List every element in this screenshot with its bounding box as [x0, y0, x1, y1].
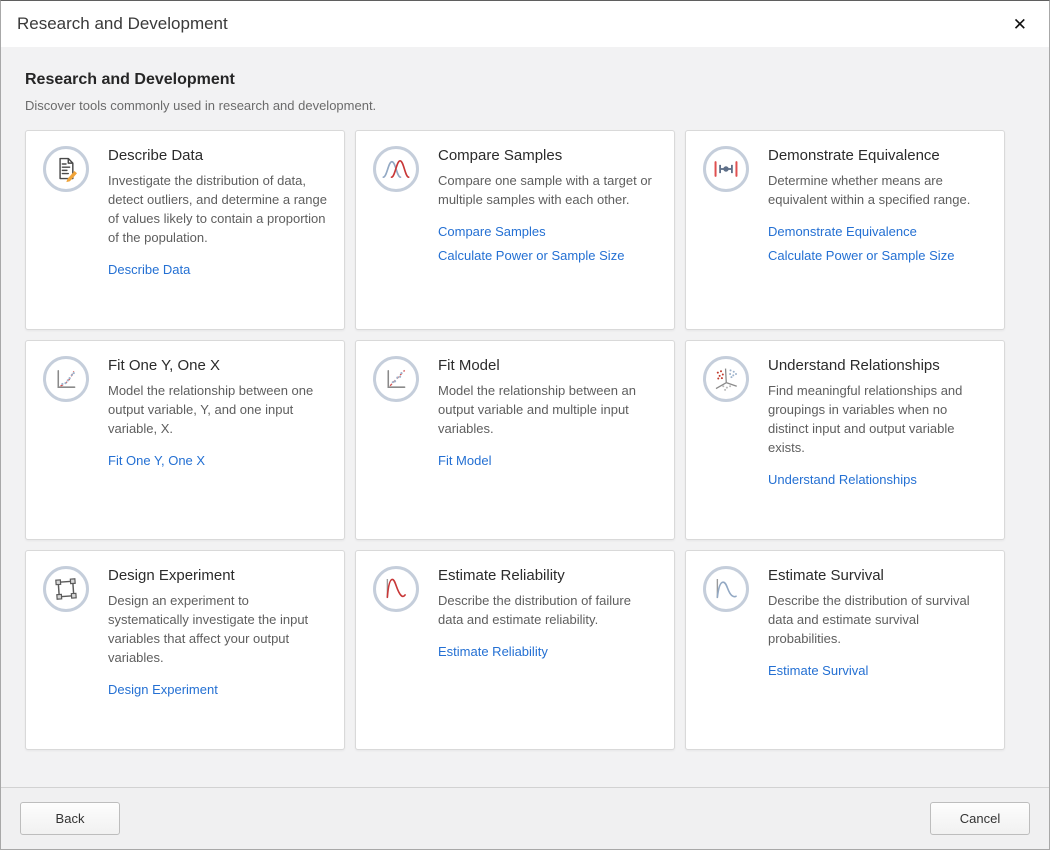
card-description: Investigate the distribution of data, de… [108, 172, 328, 248]
link-estimate-reliability[interactable]: Estimate Reliability [438, 644, 658, 659]
card-links: Estimate Reliability [438, 644, 658, 659]
card-description: Find meaningful relationships and groupi… [768, 382, 988, 458]
card-title: Estimate Reliability [438, 567, 658, 584]
tool-card: Describe Data Investigate the distributi… [25, 130, 345, 330]
tool-card: Estimate Survival Describe the distribut… [685, 550, 1005, 750]
card-title: Design Experiment [108, 567, 328, 584]
card-description: Compare one sample with a target or mult… [438, 172, 658, 210]
card-links: Fit Model [438, 453, 658, 468]
footer-bar: Back Cancel [1, 787, 1049, 849]
card-links: Fit One Y, One X [108, 453, 328, 468]
doe-square-icon [43, 566, 89, 612]
link-fit-one-y-one-x[interactable]: Fit One Y, One X [108, 453, 328, 468]
document-pencil-icon [43, 146, 89, 192]
card-title: Fit One Y, One X [108, 357, 328, 374]
card-description: Determine whether means are equivalent w… [768, 172, 988, 210]
tool-card: Understand Relationships Find meaningful… [685, 340, 1005, 540]
tool-card: Fit One Y, One X Model the relationship … [25, 340, 345, 540]
link-demonstrate-equivalence[interactable]: Demonstrate Equivalence [768, 224, 988, 239]
card-links: Demonstrate Equivalence Calculate Power o… [768, 224, 988, 263]
scatter-3d-icon [703, 356, 749, 402]
back-button[interactable]: Back [20, 802, 120, 835]
card-description: Model the relationship between an output… [438, 382, 658, 439]
tool-card: Estimate Reliability Describe the distri… [355, 550, 675, 750]
dialog-body: Research and Development Discover tools … [1, 47, 1049, 787]
link-compare-samples[interactable]: Compare Samples [438, 224, 658, 239]
link-calculate-power-or-sample-size[interactable]: Calculate Power or Sample Size [768, 248, 988, 263]
cancel-button[interactable]: Cancel [930, 802, 1030, 835]
failure-curve-icon [373, 566, 419, 612]
card-description: Describe the distribution of failure dat… [438, 592, 658, 630]
link-estimate-survival[interactable]: Estimate Survival [768, 663, 988, 678]
card-description: Describe the distribution of survival da… [768, 592, 988, 649]
scatter-curve-icon [43, 356, 89, 402]
survival-curve-icon [703, 566, 749, 612]
link-describe-data[interactable]: Describe Data [108, 262, 328, 277]
card-title: Fit Model [438, 357, 658, 374]
card-title: Compare Samples [438, 147, 658, 164]
card-links: Estimate Survival [768, 663, 988, 678]
window-title: Research and Development [17, 14, 1005, 34]
card-title: Demonstrate Equivalence [768, 147, 988, 164]
card-links: Design Experiment [108, 682, 328, 697]
link-understand-relationships[interactable]: Understand Relationships [768, 472, 988, 487]
link-fit-model[interactable]: Fit Model [438, 453, 658, 468]
card-grid: Describe Data Investigate the distributi… [25, 130, 1025, 750]
page-title: Research and Development [25, 71, 1025, 89]
page-subtitle: Discover tools commonly used in research… [25, 98, 1025, 113]
card-title: Describe Data [108, 147, 328, 164]
equivalence-interval-icon [703, 146, 749, 192]
card-title: Understand Relationships [768, 357, 988, 374]
close-icon[interactable]: ✕ [1005, 12, 1035, 37]
card-title: Estimate Survival [768, 567, 988, 584]
card-links: Understand Relationships [768, 472, 988, 487]
link-design-experiment[interactable]: Design Experiment [108, 682, 328, 697]
title-bar: Research and Development ✕ [1, 1, 1049, 47]
tool-card: Demonstrate Equivalence Determine whethe… [685, 130, 1005, 330]
tool-card: Fit Model Model the relationship between… [355, 340, 675, 540]
card-links: Describe Data [108, 262, 328, 277]
tool-card: Design Experiment Design an experiment t… [25, 550, 345, 750]
tool-card: Compare Samples Compare one sample with … [355, 130, 675, 330]
link-calculate-power-or-sample-size[interactable]: Calculate Power or Sample Size [438, 248, 658, 263]
research-development-dialog: Research and Development ✕ Research and … [0, 0, 1050, 850]
card-description: Design an experiment to systematically i… [108, 592, 328, 668]
card-description: Model the relationship between one outpu… [108, 382, 328, 439]
scatter-line-icon [373, 356, 419, 402]
card-links: Compare Samples Calculate Power or Sample… [438, 224, 658, 263]
overlap-curves-icon [373, 146, 419, 192]
